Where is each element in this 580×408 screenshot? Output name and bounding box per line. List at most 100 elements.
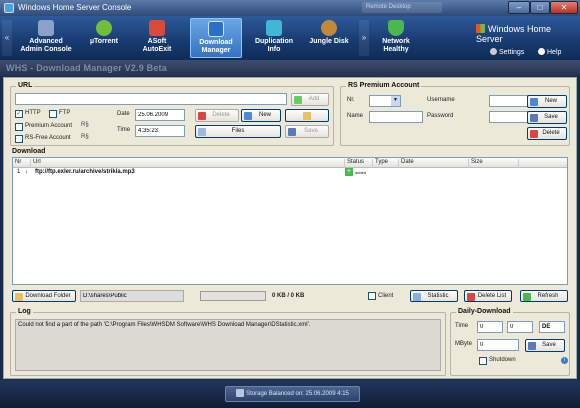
files-button[interactable]: Files bbox=[195, 125, 281, 138]
download-table[interactable]: Nr Url Status Type Date Size 1 ↓ ftp://f… bbox=[12, 157, 568, 285]
mbyte-stepper[interactable] bbox=[477, 339, 519, 351]
download-progress-bar bbox=[200, 291, 266, 301]
rs-new-button[interactable]: New bbox=[527, 95, 567, 108]
url-input[interactable] bbox=[15, 93, 287, 105]
column-header-status[interactable]: Status bbox=[345, 159, 373, 168]
help-link[interactable]: Help bbox=[538, 48, 561, 56]
nav-tab-download-manager[interactable]: Download Manager bbox=[190, 18, 242, 58]
save-icon bbox=[288, 128, 296, 136]
app-header: WHS - Download Manager V2.9 Beta bbox=[0, 60, 580, 76]
background-window-tab[interactable]: Remote Desktop bbox=[362, 2, 442, 13]
nr-select[interactable]: ▼ bbox=[369, 95, 401, 107]
nav-label: µTorrent bbox=[89, 38, 118, 45]
files-label: Files bbox=[231, 128, 245, 134]
username-label: Username bbox=[427, 97, 455, 103]
daily-time-label: Time bbox=[455, 323, 469, 329]
ftp-checkbox[interactable] bbox=[49, 110, 57, 118]
new-url-button[interactable]: New bbox=[241, 109, 281, 122]
nav-tab-jungle-disk[interactable]: Jungle Disk bbox=[304, 18, 354, 58]
storage-status[interactable]: Storage Balanced on: 25.06.2009 4:15 bbox=[225, 386, 360, 402]
statistic-label: Statistic bbox=[427, 293, 449, 299]
new-label: New bbox=[258, 112, 271, 118]
info-icon[interactable]: i bbox=[561, 357, 568, 364]
minimize-button[interactable]: – bbox=[508, 1, 530, 14]
add-button[interactable]: Add bbox=[291, 93, 329, 106]
premium-account-checkbox[interactable] bbox=[15, 123, 23, 131]
log-message: Could not find a part of the path 'C:\Pr… bbox=[18, 322, 311, 328]
window-title: Windows Home Server Console bbox=[18, 3, 132, 12]
download-folder-button[interactable]: Download Folder bbox=[12, 290, 76, 302]
nav-tab-asoft-autoexit[interactable]: ASoft AutoExit bbox=[132, 18, 182, 58]
duplication-info-icon bbox=[266, 20, 282, 36]
language-select[interactable]: DE bbox=[539, 321, 565, 333]
time-minute-stepper[interactable] bbox=[507, 321, 533, 333]
nav-label: Network bbox=[382, 38, 410, 45]
rs-delete-button[interactable]: Delete bbox=[527, 127, 567, 140]
rs-premium-group: RS Premium Account Nr. ▼ Username Name P… bbox=[340, 82, 570, 146]
column-header-type[interactable]: Type bbox=[373, 159, 399, 168]
rs-free-account-checkbox[interactable] bbox=[15, 135, 23, 143]
shutdown-checkbox[interactable] bbox=[479, 357, 487, 365]
nav-label: Download bbox=[199, 39, 233, 46]
column-header-size[interactable]: Size bbox=[469, 159, 519, 168]
nav-scroll-right-icon[interactable]: » bbox=[359, 20, 369, 56]
storage-icon bbox=[236, 389, 245, 397]
premium-account-label: Premium Account bbox=[25, 123, 73, 129]
help-icon bbox=[538, 48, 545, 55]
close-button[interactable]: ✕ bbox=[550, 1, 578, 14]
copy-button[interactable] bbox=[285, 109, 329, 122]
statistic-button[interactable]: Statistic bbox=[410, 290, 458, 302]
ftp-label: FTP bbox=[59, 110, 71, 116]
delete-list-label: Delete List bbox=[477, 293, 507, 299]
network-status[interactable]: Network Healthy bbox=[372, 18, 420, 58]
plus-icon bbox=[294, 96, 302, 104]
new-label: New bbox=[544, 98, 557, 104]
folder-icon bbox=[15, 293, 23, 301]
url-group-title: URL bbox=[16, 82, 35, 89]
mbyte-label: MByte bbox=[455, 341, 473, 347]
save-url-button[interactable]: Save bbox=[285, 125, 329, 138]
nav-tab-advanced-admin-console[interactable]: Advanced Admin Console bbox=[14, 18, 78, 58]
rs-free-icon: R§ bbox=[81, 134, 89, 140]
brand-logo: Windows Home Server bbox=[476, 24, 580, 44]
maximize-button[interactable]: □ bbox=[530, 1, 550, 14]
name-input[interactable] bbox=[369, 111, 423, 123]
rs-save-button[interactable]: Save bbox=[527, 111, 567, 124]
refresh-button[interactable]: Refresh bbox=[520, 290, 568, 302]
date-label: Date bbox=[117, 111, 130, 117]
url-group: URL Add ✓ HTTP FTP Premium Account R§ RS… bbox=[10, 82, 334, 146]
time-input[interactable] bbox=[135, 125, 185, 137]
nav-scroll-left-icon[interactable]: « bbox=[2, 20, 12, 56]
app-title: WHS - Download Manager V2.9 Beta bbox=[6, 63, 167, 73]
download-folder-label: Download Folder bbox=[25, 293, 71, 299]
column-header-url[interactable]: Url bbox=[31, 159, 345, 168]
chevron-down-icon: ▼ bbox=[391, 96, 400, 106]
time-hour-stepper[interactable] bbox=[477, 321, 503, 333]
row-download-arrow-icon: ↓ bbox=[25, 169, 28, 175]
refresh-icon bbox=[523, 293, 531, 301]
daily-save-button[interactable]: Save bbox=[525, 339, 565, 352]
download-folder-path[interactable] bbox=[80, 290, 184, 302]
nav-tab-duplication-info[interactable]: Duplication Info bbox=[248, 18, 300, 58]
settings-icon bbox=[490, 48, 497, 55]
daily-download-group: Daily-Download Time DE MByte Save Shutdo… bbox=[450, 308, 570, 376]
nr-label: Nr. bbox=[347, 97, 355, 103]
app-icon bbox=[4, 3, 14, 13]
column-header-nr[interactable]: Nr bbox=[13, 159, 31, 168]
add-label: Add bbox=[308, 96, 320, 102]
client-checkbox[interactable] bbox=[368, 292, 376, 300]
settings-link[interactable]: Settings bbox=[490, 48, 524, 56]
nav-sublabel: AutoExit bbox=[142, 46, 172, 53]
http-label: HTTP bbox=[25, 110, 41, 116]
http-checkbox[interactable]: ✓ bbox=[15, 110, 23, 118]
table-row[interactable]: 1 ↓ ftp://ftp.exler.ru/archive/strikia.m… bbox=[13, 168, 567, 178]
nav-tab-utorrent[interactable]: µTorrent bbox=[80, 18, 128, 58]
status-added-icon: + bbox=[345, 168, 353, 176]
delete-list-button[interactable]: Delete List bbox=[464, 290, 512, 302]
utorrent-icon bbox=[96, 20, 112, 36]
log-textarea[interactable]: Could not find a part of the path 'C:\Pr… bbox=[15, 319, 441, 371]
date-input[interactable] bbox=[135, 109, 185, 121]
network-shield-icon bbox=[388, 20, 404, 36]
column-header-date[interactable]: Date bbox=[399, 159, 469, 168]
delete-url-button[interactable]: Delete bbox=[195, 109, 239, 122]
